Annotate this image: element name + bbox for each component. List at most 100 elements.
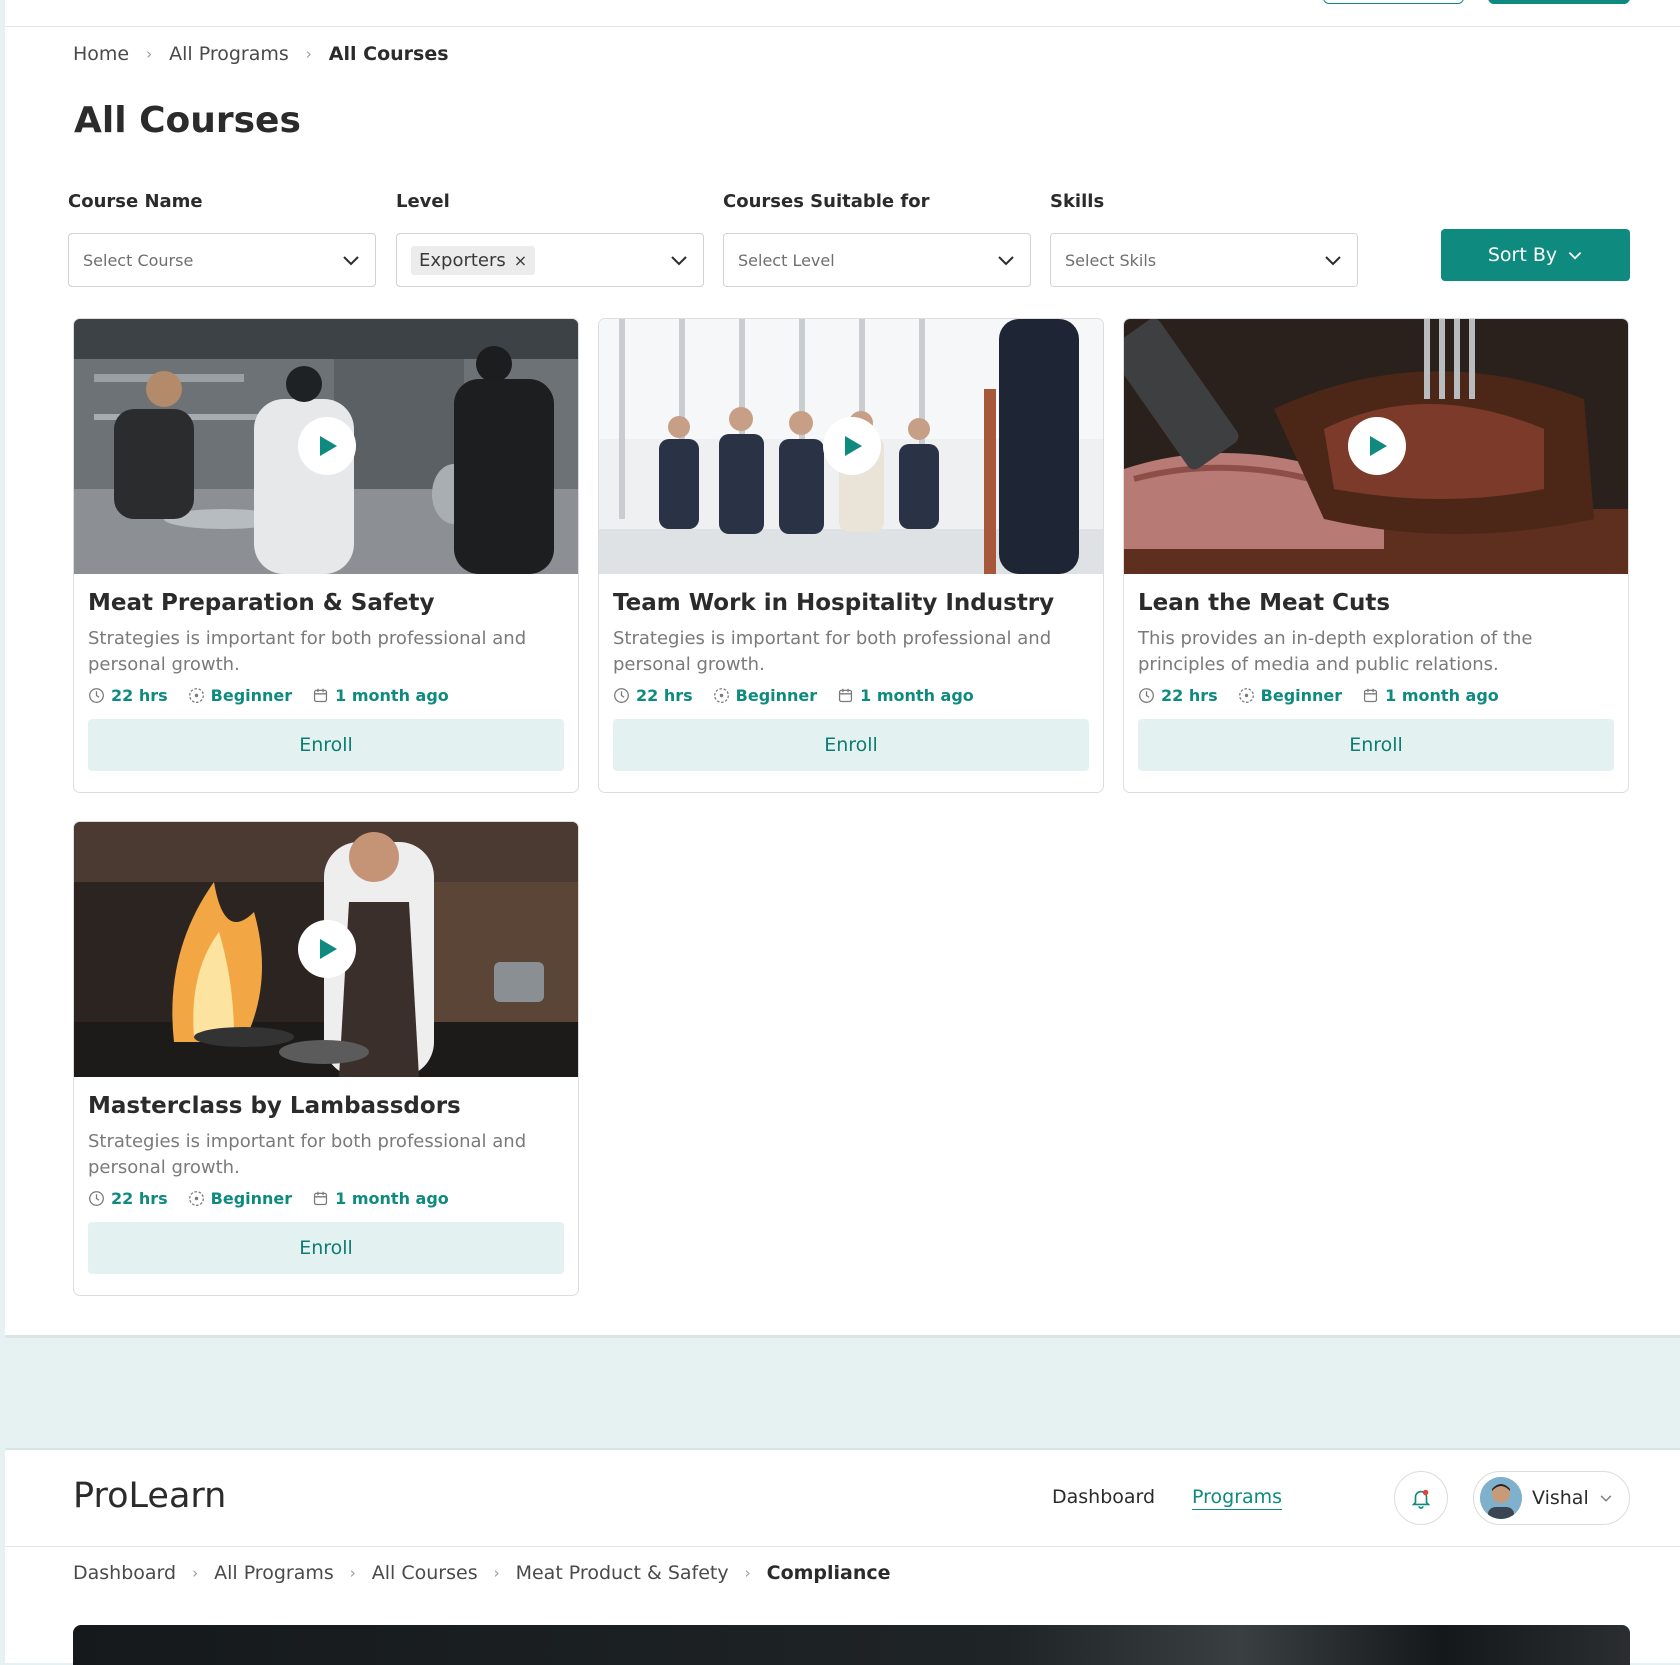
- seminar-audience-photo: [599, 319, 1103, 574]
- chevron-down-icon: [671, 256, 687, 266]
- course-card: Masterclass by Lambassdors Strategies is…: [73, 821, 579, 1296]
- course-name-select[interactable]: Select Course: [68, 233, 376, 287]
- calendar-icon: [314, 1191, 328, 1206]
- course-meta: 22 hrs Beginner 1 month ago: [613, 686, 1089, 705]
- chevron-right-icon: ›: [146, 45, 153, 63]
- selected-chip: Exporters ×: [411, 245, 536, 275]
- breadcrumb-all-courses[interactable]: All Courses: [372, 1562, 478, 1584]
- breadcrumb-dashboard[interactable]: Dashboard: [73, 1562, 176, 1584]
- play-button[interactable]: [298, 417, 356, 475]
- suitable-for-select[interactable]: Select Level: [723, 233, 1031, 287]
- course-card: Lean the Meat Cuts This provides an in-d…: [1123, 318, 1629, 793]
- course-title[interactable]: Meat Preparation & Safety: [88, 590, 564, 616]
- chevron-right-icon: ›: [305, 45, 312, 63]
- sliced-steak-photo: [1124, 319, 1628, 574]
- notifications-button[interactable]: [1394, 1471, 1448, 1525]
- level-icon: [188, 1191, 204, 1206]
- course-duration: 22 hrs: [111, 686, 168, 705]
- filter-course-name: Course Name Select Course: [68, 191, 376, 287]
- filter-label: Level: [396, 191, 450, 212]
- course-posted: 1 month ago: [1385, 686, 1499, 705]
- sort-by-label: Sort By: [1487, 244, 1558, 266]
- chevron-down-icon: [343, 256, 359, 266]
- filter-level: Level Exporters ×: [396, 191, 704, 287]
- filter-skills: Skills Select Skils: [1050, 191, 1358, 287]
- course-card: Meat Preparation & Safety Strategies is …: [73, 318, 579, 793]
- play-button[interactable]: [823, 417, 881, 475]
- chevron-right-icon: ›: [349, 1564, 356, 1582]
- header-primary-button[interactable]: [1488, 0, 1630, 4]
- course-meta: 22 hrs Beginner 1 month ago: [1138, 686, 1614, 705]
- breadcrumb-all-programs[interactable]: All Programs: [214, 1562, 334, 1584]
- breadcrumb-current: All Courses: [328, 43, 449, 65]
- close-icon[interactable]: ×: [514, 251, 527, 270]
- course-posted: 1 month ago: [860, 686, 974, 705]
- header-outline-button[interactable]: [1323, 0, 1464, 4]
- sort-by-button[interactable]: Sort By: [1441, 229, 1630, 281]
- course-title[interactable]: Team Work in Hospitality Industry: [613, 590, 1089, 616]
- chevron-right-icon: ›: [493, 1564, 500, 1582]
- chevron-down-icon: [998, 256, 1014, 266]
- level-icon: [713, 688, 729, 703]
- enroll-button[interactable]: Enroll: [613, 719, 1089, 771]
- course-meta: 22 hrs Beginner 1 month ago: [88, 1189, 564, 1208]
- play-icon: [320, 939, 337, 959]
- select-placeholder: Select Course: [83, 250, 194, 270]
- chevron-down-icon: [1325, 256, 1341, 266]
- course-hero-image: [73, 1625, 1630, 1665]
- filter-suitable-for: Courses Suitable for Select Level: [723, 191, 1031, 287]
- play-icon: [320, 436, 337, 456]
- course-level: Beginner: [1260, 686, 1343, 705]
- filter-label: Course Name: [68, 191, 203, 212]
- course-description: Strategies is important for both profess…: [88, 1131, 527, 1178]
- course-level: Beginner: [210, 1189, 293, 1208]
- play-button[interactable]: [1348, 417, 1406, 475]
- level-icon: [1238, 688, 1254, 703]
- bell-icon: [1411, 1489, 1431, 1509]
- course-meta: 22 hrs Beginner 1 month ago: [88, 686, 564, 705]
- breadcrumb-all-programs[interactable]: All Programs: [169, 43, 289, 65]
- select-placeholder: Select Skils: [1065, 250, 1157, 270]
- enroll-button[interactable]: Enroll: [88, 1222, 564, 1274]
- filter-label: Skills: [1050, 191, 1105, 212]
- calendar-icon: [839, 688, 853, 703]
- course-title[interactable]: Lean the Meat Cuts: [1138, 590, 1614, 616]
- top-header-strip: [5, 0, 1680, 27]
- avatar: [1480, 1477, 1522, 1519]
- page-title: All Courses: [74, 100, 301, 141]
- course-description: This provides an in-depth exploration of…: [1138, 628, 1533, 675]
- course-description: Strategies is important for both profess…: [88, 628, 527, 675]
- level-icon: [188, 688, 204, 703]
- nav-link-dashboard[interactable]: Dashboard: [1052, 1486, 1155, 1508]
- user-menu[interactable]: Vishal: [1473, 1471, 1630, 1525]
- select-placeholder: Select Level: [738, 250, 835, 270]
- breadcrumb-course[interactable]: Meat Product & Safety: [516, 1562, 729, 1584]
- clock-icon: [89, 1191, 104, 1206]
- course-title[interactable]: Masterclass by Lambassdors: [88, 1093, 564, 1119]
- skills-select[interactable]: Select Skils: [1050, 233, 1358, 287]
- level-select[interactable]: Exporters ×: [396, 233, 704, 287]
- clock-icon: [1139, 688, 1154, 703]
- breadcrumb: Home › All Programs › All Courses: [73, 43, 449, 65]
- play-button[interactable]: [298, 920, 356, 978]
- flambe-chef-photo: [74, 822, 578, 1077]
- enroll-button[interactable]: Enroll: [88, 719, 564, 771]
- enroll-button[interactable]: Enroll: [1138, 719, 1614, 771]
- chip-label: Exporters: [419, 249, 506, 271]
- play-icon: [845, 436, 862, 456]
- nav-link-programs[interactable]: Programs: [1192, 1486, 1282, 1508]
- chevron-down-icon: [1568, 251, 1582, 260]
- user-name: Vishal: [1532, 1487, 1589, 1509]
- course-posted: 1 month ago: [335, 1189, 449, 1208]
- course-duration: 22 hrs: [111, 1189, 168, 1208]
- kitchen-chefs-photo: [74, 319, 578, 574]
- top-navbar: ProLearn Dashboard Programs Vishal: [5, 1450, 1680, 1547]
- clock-icon: [89, 688, 104, 703]
- course-card: Team Work in Hospitality Industry Strate…: [598, 318, 1104, 793]
- play-icon: [1370, 436, 1387, 456]
- course-duration: 22 hrs: [1161, 686, 1218, 705]
- breadcrumb-home[interactable]: Home: [73, 43, 129, 65]
- chevron-down-icon: [1600, 1495, 1612, 1502]
- logo[interactable]: ProLearn: [73, 1476, 226, 1516]
- chevron-right-icon: ›: [744, 1564, 751, 1582]
